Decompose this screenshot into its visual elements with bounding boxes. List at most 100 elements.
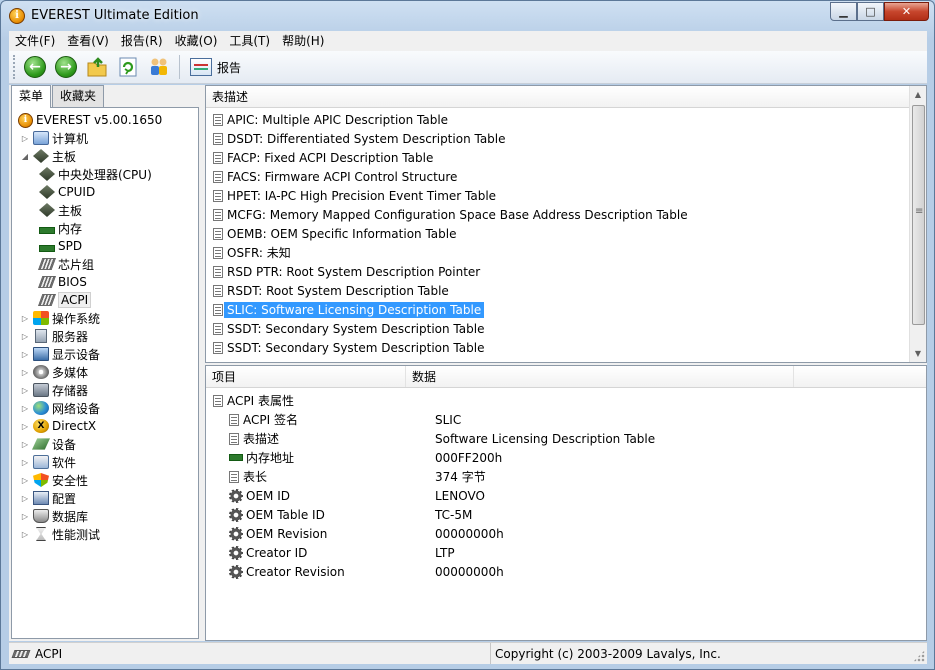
tab-menu[interactable]: 菜单 <box>11 85 52 108</box>
gears-icon <box>229 507 243 522</box>
scroll-down-icon[interactable]: ▼ <box>910 345 926 362</box>
scroll-thumb[interactable] <box>912 105 925 325</box>
list-item[interactable]: APIC: Multiple APIC Description Table <box>206 110 926 129</box>
list-item[interactable]: FACS: Firmware ACPI Control Structure <box>206 167 926 186</box>
menu-help[interactable]: 帮助(H) <box>276 31 330 51</box>
document-icon <box>213 303 223 316</box>
tree-item-computer[interactable]: ▷ 计算机 <box>20 129 198 147</box>
menu-file[interactable]: 文件(F) <box>9 31 61 51</box>
expand-icon[interactable]: ▷ <box>20 493 30 503</box>
expand-icon[interactable]: ▷ <box>20 367 30 377</box>
tree-item-database[interactable]: ▷ 数据库 <box>20 507 198 525</box>
tree-item-devices[interactable]: ▷ 设备 <box>20 435 198 453</box>
expand-icon[interactable]: ▷ <box>20 457 30 467</box>
expand-icon[interactable]: ▷ <box>20 403 30 413</box>
tree-item-security[interactable]: ▷ 安全性 <box>20 471 198 489</box>
tree-item-chipset[interactable]: 芯片组 <box>38 255 198 273</box>
forward-button[interactable]: → <box>53 54 79 80</box>
property-group[interactable]: ACPI 表属性 <box>213 391 926 410</box>
expand-icon[interactable]: ▷ <box>20 385 30 395</box>
list-item[interactable]: OSFR: 未知 <box>206 243 926 262</box>
tree-item-config[interactable]: ▷ 配置 <box>20 489 198 507</box>
list-item[interactable]: FACP: Fixed ACPI Description Table <box>206 148 926 167</box>
database-icon <box>33 509 49 523</box>
expand-icon[interactable]: ▷ <box>20 313 30 323</box>
property-row[interactable]: 表描述 Software Licensing Description Table <box>229 429 926 448</box>
tree-item-bios[interactable]: BIOS <box>38 273 198 291</box>
expand-icon[interactable]: ▷ <box>20 421 30 431</box>
table-list-header[interactable]: 表描述 <box>206 86 926 108</box>
expand-icon[interactable]: ▷ <box>20 511 30 521</box>
property-row[interactable]: OEM Table ID TC-5M <box>229 505 926 524</box>
tree-item-server[interactable]: ▷ 服务器 <box>20 327 198 345</box>
menu-report[interactable]: 报告(R) <box>115 31 169 51</box>
tree-item-cpu[interactable]: 中央处理器(CPU) <box>39 165 198 183</box>
property-row[interactable]: Creator Revision 00000000h <box>229 562 926 581</box>
report-button[interactable]: 报告 <box>186 54 245 80</box>
tree-item-motherboard-sub[interactable]: 主板 <box>39 201 198 219</box>
tree-item-spd[interactable]: SPD <box>39 237 198 255</box>
list-item[interactable]: SSDT: Secondary System Description Table <box>206 338 926 357</box>
property-value: 00000000h <box>435 564 504 579</box>
expand-icon[interactable]: ▷ <box>20 349 30 359</box>
expand-icon[interactable]: ▷ <box>20 475 30 485</box>
list-item[interactable]: RSD PTR: Root System Description Pointer <box>206 262 926 281</box>
security-icon <box>33 473 49 487</box>
tree-item-software[interactable]: ▷ 软件 <box>20 453 198 471</box>
tree-item-label: 配置 <box>52 491 77 506</box>
scroll-up-icon[interactable]: ▲ <box>910 86 926 103</box>
back-button[interactable]: ← <box>22 54 48 80</box>
vertical-scrollbar[interactable]: ▲ ▼ <box>909 86 926 362</box>
list-item[interactable]: HPET: IA-PC High Precision Event Timer T… <box>206 186 926 205</box>
tab-favorites[interactable]: 收藏夹 <box>52 85 105 107</box>
list-item[interactable]: SSDT: Secondary System Description Table <box>206 319 926 338</box>
tree-item-directx[interactable]: ▷ X DirectX <box>20 417 198 435</box>
property-label: OEM Revision <box>246 526 328 541</box>
list-item[interactable]: MCFG: Memory Mapped Configuration Space … <box>206 205 926 224</box>
expand-icon[interactable]: ▷ <box>20 439 30 449</box>
menu-view[interactable]: 查看(V) <box>61 31 115 51</box>
toolbar-grip[interactable] <box>13 55 16 79</box>
tree-root[interactable]: i EVEREST v5.00.1650 <box>18 111 198 129</box>
maximize-button[interactable]: □ <box>857 2 884 21</box>
property-row[interactable]: Creator ID LTP <box>229 543 926 562</box>
tree-item-memory[interactable]: 内存 <box>39 219 198 237</box>
document-icon <box>229 432 239 445</box>
list-item-label: OSFR: 未知 <box>227 246 291 260</box>
list-item-selected[interactable]: SLIC: Software Licensing Description Tab… <box>206 300 926 319</box>
property-row[interactable]: 内存地址 000FF200h <box>229 448 926 467</box>
tree-item-label: BIOS <box>58 275 87 289</box>
tree-item-os[interactable]: ▷ 操作系统 <box>20 309 198 327</box>
minimize-button[interactable]: ▁ <box>830 2 857 21</box>
list-item[interactable]: RSDT: Root System Description Table <box>206 281 926 300</box>
status-left: ACPI <box>9 643 491 664</box>
property-row[interactable]: ACPI 签名 SLIC <box>229 410 926 429</box>
menu-tools[interactable]: 工具(T) <box>223 31 276 51</box>
tree-item-motherboard[interactable]: ◢ 主板 <box>20 147 198 165</box>
tree-item-acpi[interactable]: ACPI <box>38 291 198 309</box>
client-area: 菜单 收藏夹 i EVEREST v5.00.1650 ▷ 计算机 ◢ 主板 中… <box>9 85 927 641</box>
expand-icon[interactable]: ▷ <box>20 529 30 539</box>
expand-icon[interactable]: ▷ <box>20 331 30 341</box>
tree-item-network[interactable]: ▷ 网络设备 <box>20 399 198 417</box>
tree-item-display[interactable]: ▷ 显示设备 <box>20 345 198 363</box>
column-header-item[interactable]: 项目 <box>206 366 406 387</box>
users-button[interactable] <box>146 54 172 80</box>
tree-item-cpuid[interactable]: CPUID <box>39 183 198 201</box>
column-header-data[interactable]: 数据 <box>406 366 794 387</box>
refresh-button[interactable] <box>115 54 141 80</box>
tree-item-storage[interactable]: ▷ 存储器 <box>20 381 198 399</box>
directx-icon: X <box>33 419 49 433</box>
up-folder-button[interactable] <box>84 54 110 80</box>
close-button[interactable]: ✕ <box>884 2 929 21</box>
list-item[interactable]: OEMB: OEM Specific Information Table <box>206 224 926 243</box>
menu-favorites[interactable]: 收藏(O) <box>169 31 224 51</box>
tree-item-benchmark[interactable]: ▷ 性能测试 <box>20 525 198 543</box>
list-item[interactable]: DSDT: Differentiated System Description … <box>206 129 926 148</box>
property-row[interactable]: OEM Revision 00000000h <box>229 524 926 543</box>
property-row[interactable]: 表长 374 字节 <box>229 467 926 486</box>
collapse-icon[interactable]: ◢ <box>20 151 30 161</box>
property-row[interactable]: OEM ID LENOVO <box>229 486 926 505</box>
tree-item-multimedia[interactable]: ▷ 多媒体 <box>20 363 198 381</box>
expand-icon[interactable]: ▷ <box>20 133 30 143</box>
